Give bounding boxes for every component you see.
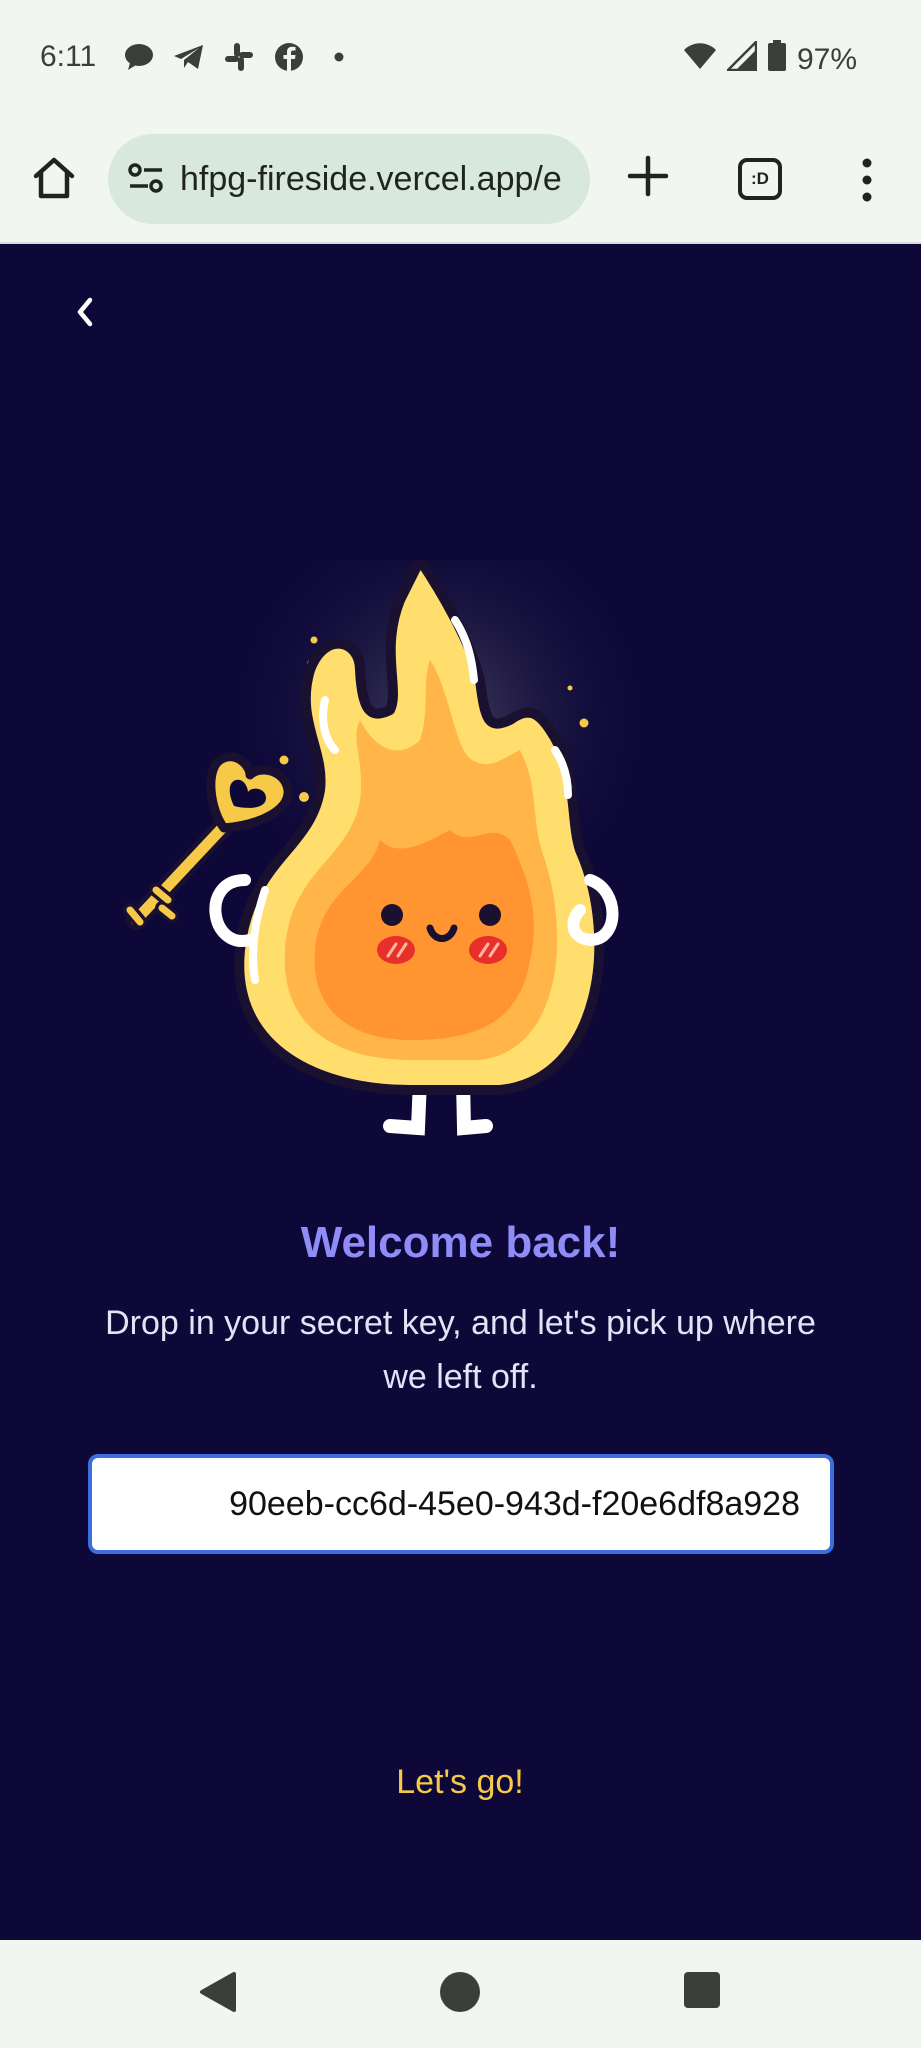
facebook-icon (272, 40, 306, 74)
tab-switcher-button[interactable]: :D (738, 158, 782, 200)
dot-icon (322, 40, 356, 74)
page-subtitle: Drop in your secret key, and let's pick … (105, 1304, 816, 1396)
signal-icon (724, 38, 758, 79)
chat-bubble-icon (122, 40, 156, 74)
url-bar[interactable]: hfpg-fireside.vercel.app/e (108, 134, 590, 224)
status-bar: 6:11 97% (0, 0, 921, 118)
home-icon[interactable] (30, 154, 78, 202)
lets-go-button[interactable]: Let's go! (340, 1752, 580, 1812)
back-chevron-icon[interactable] (68, 292, 104, 332)
browser-toolbar: hfpg-fireside.vercel.app/e :D (0, 118, 921, 244)
nav-home-icon[interactable] (440, 1972, 480, 2012)
page-title: Welcome back! (300, 1218, 621, 1267)
notification-icons (122, 40, 356, 74)
status-time: 6:11 (40, 40, 97, 73)
battery-percentage: 97% (796, 43, 857, 76)
nav-back-icon[interactable] (198, 1970, 238, 2014)
slack-icon (222, 40, 256, 74)
new-tab-icon[interactable] (622, 150, 674, 202)
telegram-icon (172, 40, 206, 74)
secret-key-input[interactable] (88, 1454, 834, 1554)
system-navigation-bar (0, 1940, 921, 2048)
status-right: 97% (683, 38, 857, 80)
nav-recents-icon[interactable] (684, 1972, 720, 2008)
wifi-icon (683, 42, 717, 78)
battery-icon (767, 40, 787, 80)
site-settings-icon[interactable] (126, 158, 166, 198)
fire-mascot-illustration (123, 560, 660, 1136)
url-text: hfpg-fireside.vercel.app/e (180, 160, 562, 198)
more-options-icon[interactable] (852, 156, 882, 204)
